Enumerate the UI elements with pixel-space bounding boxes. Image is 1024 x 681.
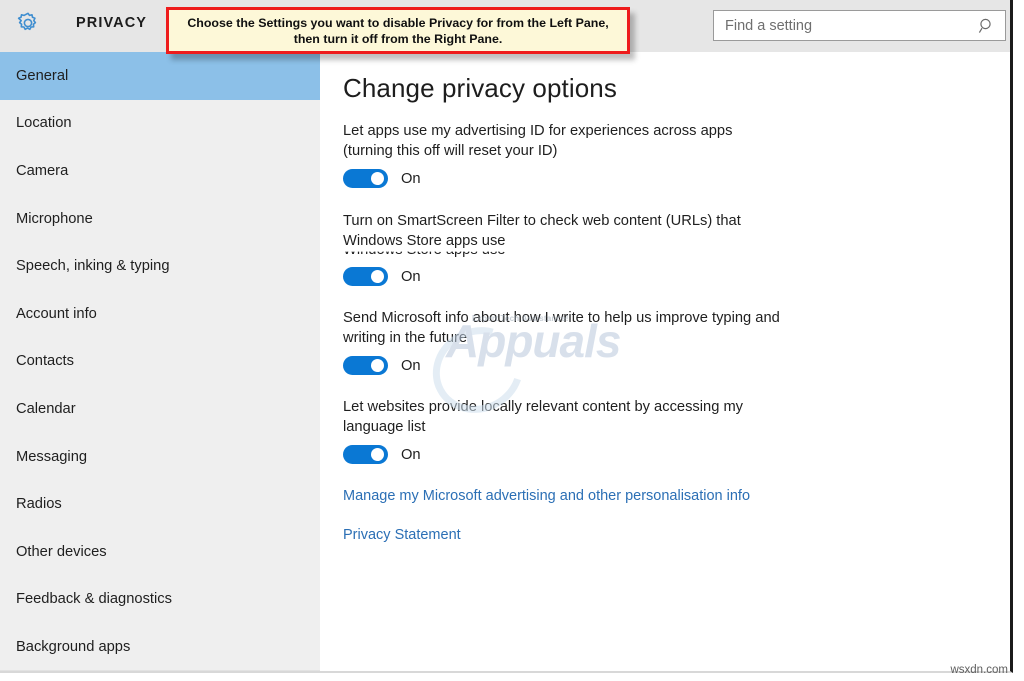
toggle-state-label: On	[401, 170, 421, 187]
toggle-knob	[371, 359, 384, 372]
sidebar-item-label: Microphone	[16, 210, 93, 227]
sidebar-item-label: Calendar	[16, 400, 76, 417]
sidebar-item-other-devices[interactable]: Other devices	[0, 528, 320, 576]
sidebar-item-contacts[interactable]: Contacts	[0, 338, 320, 386]
sidebar-item-label: Background apps	[16, 638, 131, 655]
setting-typing-writing-info: Send Microsoft info about how I write to…	[343, 308, 793, 375]
link-privacy-statement[interactable]: Privacy Statement	[343, 527, 461, 543]
sidebar-item-label: Feedback & diagnostics	[16, 591, 172, 608]
toggle-knob	[371, 172, 384, 185]
sidebar-item-location[interactable]: Location	[0, 100, 320, 148]
settings-content-pane: Change privacy options Let apps use my a…	[320, 52, 1010, 671]
toggle-state-label: On	[401, 268, 421, 285]
settings-window: PRIVACY General Location Camera Micropho…	[0, 0, 1013, 673]
toggle-advertising-id[interactable]	[343, 169, 388, 188]
setting-label: Turn on SmartScreen Filter to check web …	[343, 213, 741, 249]
setting-label: Let websites provide locally relevant co…	[343, 399, 744, 435]
setting-toggle-row: On	[343, 169, 783, 188]
site-watermark: wsxdn.com	[950, 664, 1008, 676]
link-manage-advertising-info[interactable]: Manage my Microsoft advertising and othe…	[343, 488, 750, 504]
instruction-callout-text: Choose the Settings you want to disable …	[187, 15, 609, 46]
app-brand: PRIVACY	[16, 11, 147, 35]
sidebar-item-label: General	[16, 67, 69, 84]
sidebar-item-radios[interactable]: Radios	[0, 480, 320, 528]
toggle-typing-writing-info[interactable]	[343, 356, 388, 375]
sidebar-item-label: Camera	[16, 162, 69, 179]
toggle-knob	[371, 448, 384, 461]
setting-label: Let apps use my advertising ID for exper…	[343, 123, 733, 159]
setting-toggle-row: On	[343, 267, 783, 286]
sidebar-item-label: Other devices	[16, 543, 107, 560]
sidebar-item-general[interactable]: General	[0, 52, 320, 100]
gear-icon	[16, 11, 40, 35]
sidebar-item-messaging[interactable]: Messaging	[0, 433, 320, 481]
content-heading: Change privacy options	[343, 73, 617, 103]
sidebar-item-label: Contacts	[16, 353, 74, 370]
sidebar-item-calendar[interactable]: Calendar	[0, 385, 320, 433]
toggle-language-list[interactable]	[343, 445, 388, 464]
search-icon[interactable]	[978, 17, 996, 40]
setting-smartscreen-filter: Turn on SmartScreen Filter to check web …	[343, 211, 783, 251]
setting-smartscreen-toggle-wrap: On	[343, 267, 783, 286]
toggle-state-label: On	[401, 357, 421, 374]
setting-language-list: Let websites provide locally relevant co…	[343, 397, 783, 464]
toggle-smartscreen-filter[interactable]	[343, 267, 388, 286]
sidebar-item-label: Radios	[16, 496, 62, 513]
search-input[interactable]	[714, 11, 972, 40]
search-box[interactable]	[713, 10, 1006, 41]
sidebar-nav: General Location Camera Microphone Speec…	[0, 52, 320, 671]
page-title-privacy: PRIVACY	[76, 15, 148, 31]
sidebar-item-label: Account info	[16, 305, 97, 322]
sidebar-item-background-apps[interactable]: Background apps	[0, 623, 320, 671]
toggle-knob	[371, 270, 384, 283]
setting-advertising-id: Let apps use my advertising ID for exper…	[343, 121, 783, 188]
toggle-state-label: On	[401, 446, 421, 463]
sidebar-item-camera[interactable]: Camera	[0, 147, 320, 195]
sidebar-item-microphone[interactable]: Microphone	[0, 195, 320, 243]
sidebar-item-account-info[interactable]: Account info	[0, 290, 320, 338]
setting-toggle-row: On	[343, 356, 793, 375]
sidebar-item-feedback-diagnostics[interactable]: Feedback & diagnostics	[0, 576, 320, 624]
setting-label: Send Microsoft info about how I write to…	[343, 310, 780, 346]
sidebar-item-speech-inking-typing[interactable]: Speech, inking & typing	[0, 242, 320, 290]
sidebar-item-label: Speech, inking & typing	[16, 258, 170, 275]
setting-toggle-row: On	[343, 445, 783, 464]
sidebar-item-label: Location	[16, 115, 72, 132]
instruction-callout: Choose the Settings you want to disable …	[166, 7, 630, 54]
sidebar-item-label: Messaging	[16, 448, 88, 465]
